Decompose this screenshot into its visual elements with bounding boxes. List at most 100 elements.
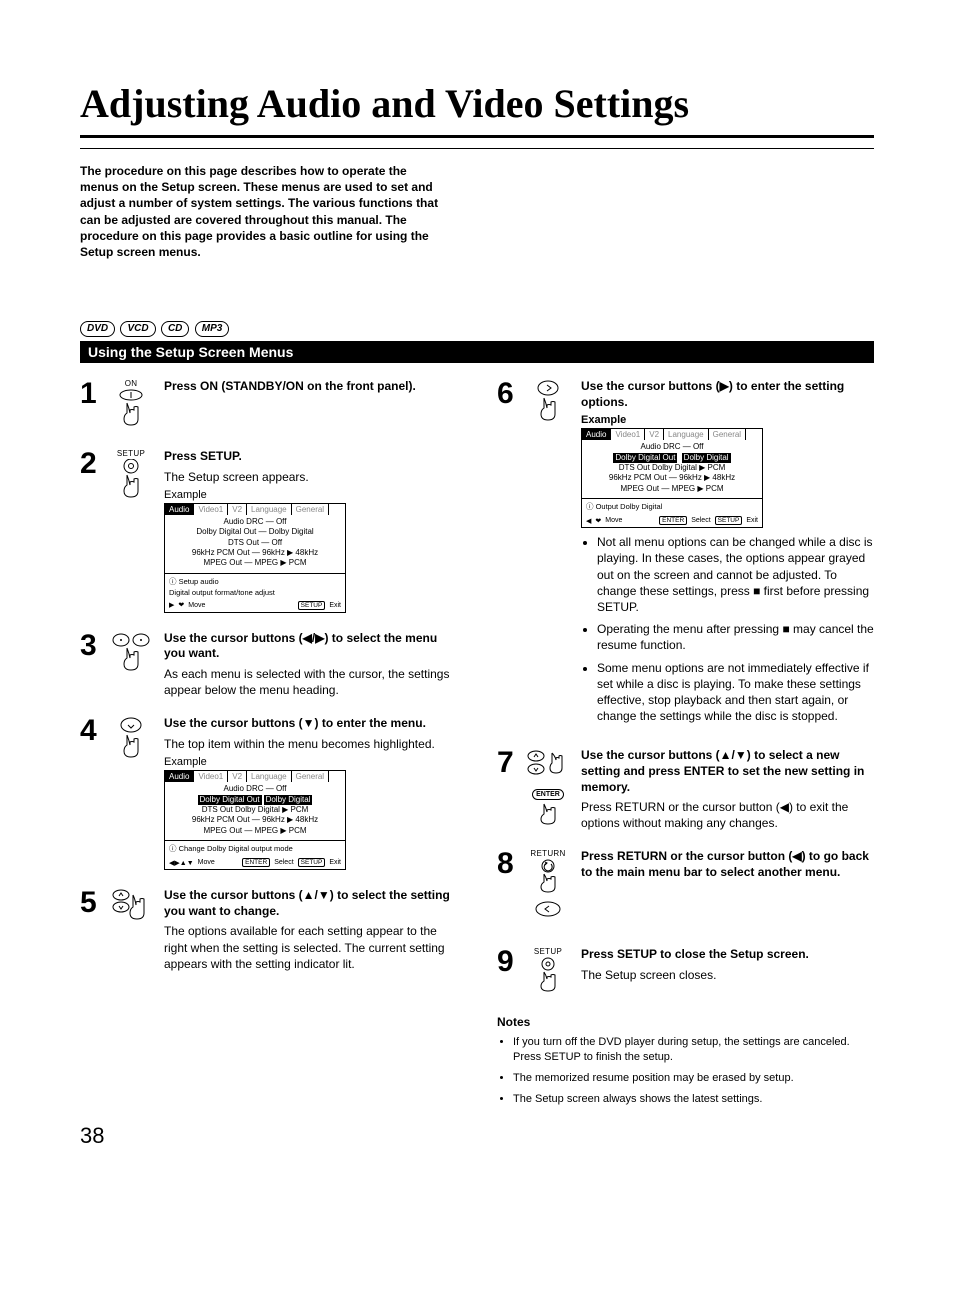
foot-enter: ENTER [242, 858, 270, 867]
note-item: Not all menu options can be changed whil… [597, 534, 874, 615]
tab-video1: Video1 [194, 771, 228, 782]
setup-menu-example-1: Audio Video1 V2 Language General Audio D… [164, 503, 346, 613]
menu-line-highlighted: Dolby Digital Out Dolby Digital [588, 453, 756, 463]
disc-badges: DVD VCD CD MP3 [80, 320, 874, 337]
menu-line: DTS Out Dolby Digital ▶ PCM [588, 463, 756, 473]
menu-line: MPEG Out — MPEG ▶ PCM [588, 484, 756, 494]
tab-video1: Video1 [611, 429, 645, 440]
step-1: 1 ON Press ON (STANDBY/ON on the front p… [80, 379, 457, 431]
section-heading: Using the Setup Screen Menus [80, 341, 874, 363]
notes-heading: Notes [497, 1015, 874, 1029]
note-item: Operating the menu after pressing ■ may … [597, 621, 874, 653]
foot-select: Select [691, 517, 710, 524]
tab-audio: Audio [165, 771, 194, 782]
enter-button-label: ENTER [532, 789, 564, 800]
tab-general: General [709, 429, 746, 440]
menu-line: MPEG Out — MPEG ▶ PCM [171, 558, 339, 568]
setup-button-label: SETUP [523, 947, 573, 956]
menu-line: Dolby Digital Out — Dolby Digital [171, 527, 339, 537]
cursor-leftright-icon [109, 632, 153, 676]
menu-info: ⓘ Output Dolby Digital [586, 501, 758, 512]
step9-text: The Setup screen closes. [581, 967, 874, 983]
arrow-down-icon: ❤ [595, 517, 601, 525]
step-number: 5 [80, 888, 106, 972]
step2-text: The Setup screen appears. [164, 469, 457, 485]
tab-language: Language [247, 771, 292, 782]
foot-setup: SETUP [298, 858, 326, 867]
setup-button-label: SETUP [106, 449, 156, 458]
thin-rule [80, 148, 874, 149]
foot-setup: SETUP [298, 601, 326, 610]
menu-line-highlighted: Dolby Digital OutDolby Digital [171, 795, 339, 805]
press-return-icon [532, 859, 564, 897]
menu-line: 96kHz PCM Out — 96kHz ▶ 48kHz [171, 815, 339, 825]
note-item: The memorized resume position may be era… [513, 1071, 874, 1086]
step-4: 4 Use the cursor buttons (▼) to enter th… [80, 716, 457, 870]
foot-move: Move [188, 602, 205, 609]
menu-line: MPEG Out — MPEG ▶ PCM [171, 826, 339, 836]
arrow-right-icon: ▶ [169, 601, 174, 609]
cursor-left-icon [531, 901, 565, 929]
step-number: 2 [80, 449, 106, 613]
step-9: 9 SETUP Press SETUP to close the Setup s… [497, 947, 874, 997]
foot-exit: Exit [329, 602, 341, 609]
note-item: If you turn off the DVD player during se… [513, 1035, 874, 1065]
step4-text: The top item within the menu becomes hig… [164, 736, 457, 752]
menu-line: Audio DRC — Off [171, 784, 339, 794]
badge-vcd: VCD [120, 321, 155, 337]
tab-v2: V2 [228, 504, 247, 515]
foot-enter: ENTER [659, 516, 687, 525]
tab-general: General [292, 771, 329, 782]
foot-select: Select [274, 859, 293, 866]
menu-line: 96kHz PCM Out — 96kHz ▶ 48kHz [171, 548, 339, 558]
step-number: 7 [497, 748, 523, 831]
step3-head: Use the cursor buttons (◀/▶) to select t… [164, 631, 457, 662]
tab-v2: V2 [645, 429, 664, 440]
note-item: Some menu options are not immediately ef… [597, 660, 874, 725]
foot-move: Move [198, 859, 215, 866]
step6-head: Use the cursor buttons (▶) to enter the … [581, 379, 874, 410]
step-5: 5 Use the cursor buttons (▲/▼) to select… [80, 888, 457, 972]
step7-head: Use the cursor buttons (▲/▼) to select a… [581, 748, 874, 795]
example-label: Example [581, 414, 874, 426]
menu-line: DTS Out — Off [171, 538, 339, 548]
setup-menu-example-2: Audio Video1 V2 Language General Audio D… [164, 770, 346, 870]
badge-mp3: MP3 [195, 321, 230, 337]
step-number: 4 [80, 716, 106, 870]
step7-text: Press RETURN or the cursor button (◀) to… [581, 799, 874, 831]
menu-info: Digital output format/tone adjust [169, 588, 341, 597]
badge-dvd: DVD [80, 321, 115, 337]
tab-language: Language [247, 504, 292, 515]
menu-line: Audio DRC — Off [588, 442, 756, 452]
step-6: 6 Use the cursor buttons (▶) to enter th… [497, 379, 874, 730]
menu-line: DTS Out Dolby Digital ▶ PCM [171, 805, 339, 815]
tab-audio: Audio [165, 504, 194, 515]
press-setup-icon [532, 957, 564, 997]
press-enter-icon [533, 800, 563, 830]
cursor-right-icon [531, 380, 565, 426]
tab-audio: Audio [582, 429, 611, 440]
notes-list: If you turn off the DVD player during se… [497, 1035, 874, 1106]
step5-text: The options available for each setting a… [164, 923, 457, 972]
step-3: 3 Use the cursor buttons (◀/▶) to select… [80, 631, 457, 699]
press-on-icon [114, 389, 148, 431]
return-button-label: RETURN [523, 849, 573, 858]
badge-cd: CD [161, 321, 189, 337]
step-number: 8 [497, 849, 523, 929]
cursor-updown-icon [526, 749, 570, 779]
step6-notes: Not all menu options can be changed whil… [581, 534, 874, 724]
arrow-down-icon: ❤ [178, 601, 184, 609]
menu-line: 96kHz PCM Out — 96kHz ▶ 48kHz [588, 473, 756, 483]
intro-text: The procedure on this page describes how… [80, 163, 440, 260]
on-button-label: ON [106, 379, 156, 388]
tab-v2: V2 [228, 771, 247, 782]
step4-head: Use the cursor buttons (▼) to enter the … [164, 716, 457, 732]
left-column: 1 ON Press ON (STANDBY/ON on the front p… [80, 379, 457, 1113]
page-title: Adjusting Audio and Video Settings [80, 80, 874, 127]
step3-text: As each menu is selected with the cursor… [164, 666, 457, 698]
note-item: The Setup screen always shows the latest… [513, 1092, 874, 1107]
setup-menu-example-3: Audio Video1 V2 Language General Audio D… [581, 428, 763, 528]
example-label: Example [164, 756, 457, 768]
example-label: Example [164, 489, 457, 501]
step8-head: Press RETURN or the cursor button (◀) to… [581, 849, 874, 880]
